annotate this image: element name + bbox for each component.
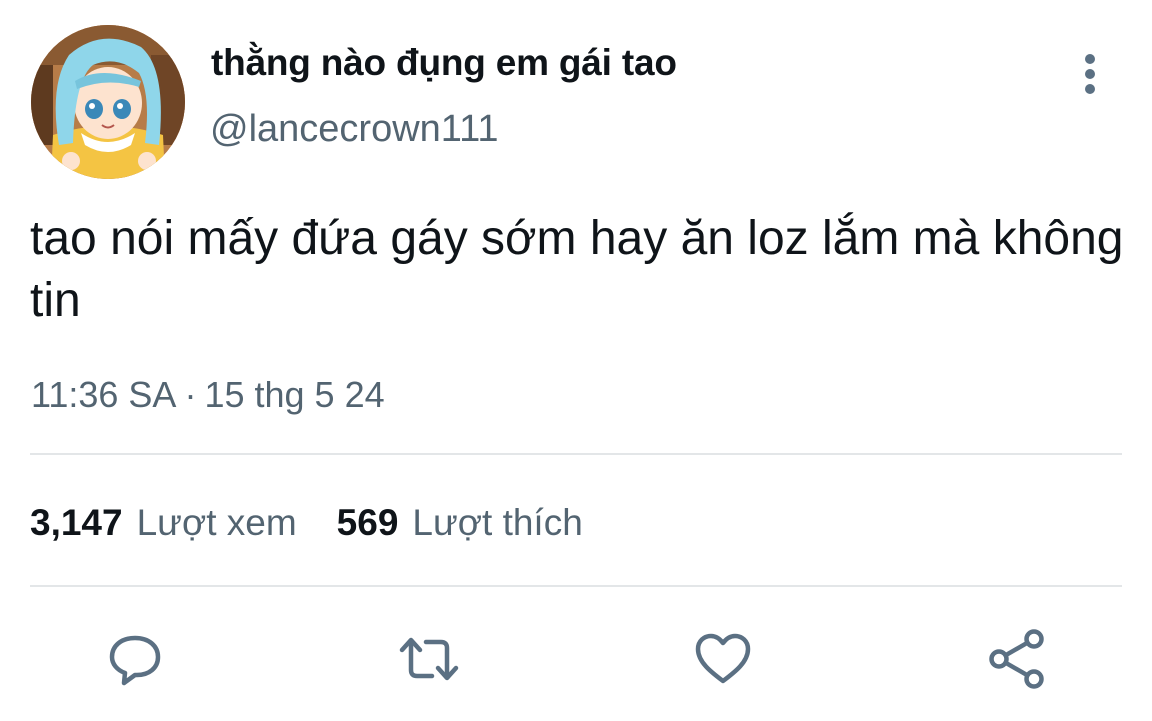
anime-avatar-image xyxy=(31,25,185,179)
views-label: Lượt xem xyxy=(136,502,297,543)
likes-count: 569 xyxy=(336,502,399,543)
retweet-icon xyxy=(399,637,459,681)
reply-button[interactable] xyxy=(100,624,170,694)
share-button[interactable] xyxy=(982,624,1052,694)
like-button[interactable] xyxy=(688,624,758,694)
display-name[interactable]: thằng nào đụng em gái tao xyxy=(211,40,677,86)
likes-label: Lượt thích xyxy=(412,502,583,543)
more-options-button[interactable] xyxy=(1068,52,1112,96)
tweet-date: 15 thg 5 24 xyxy=(204,374,385,415)
user-handle[interactable]: @lancecrown111 xyxy=(210,106,499,152)
tweet-time: 11:36 SA xyxy=(31,374,177,415)
more-vertical-icon xyxy=(1085,54,1095,94)
divider xyxy=(30,585,1122,587)
reply-icon xyxy=(109,635,161,686)
tweet-detail: thằng nào đụng em gái tao @lancecrown111… xyxy=(0,0,1152,721)
views-stat[interactable]: 3,147 Lượt xem xyxy=(30,499,297,547)
tweet-timestamp[interactable]: 11:36 SA · 15 thg 5 24 xyxy=(31,372,385,418)
avatar[interactable] xyxy=(31,25,185,179)
heart-icon xyxy=(695,633,751,684)
tweet-text: tao nói mấy đứa gáy sớm hay ăn loz lắm m… xyxy=(30,212,1124,327)
divider xyxy=(30,453,1122,455)
tweet-stats: 3,147 Lượt xem 569 Lượt thích xyxy=(30,499,583,547)
timestamp-separator: · xyxy=(184,374,197,415)
likes-stat[interactable]: 569 Lượt thích xyxy=(337,499,583,547)
views-count: 3,147 xyxy=(30,502,123,543)
retweet-button[interactable] xyxy=(394,624,464,694)
share-icon xyxy=(989,629,1044,689)
